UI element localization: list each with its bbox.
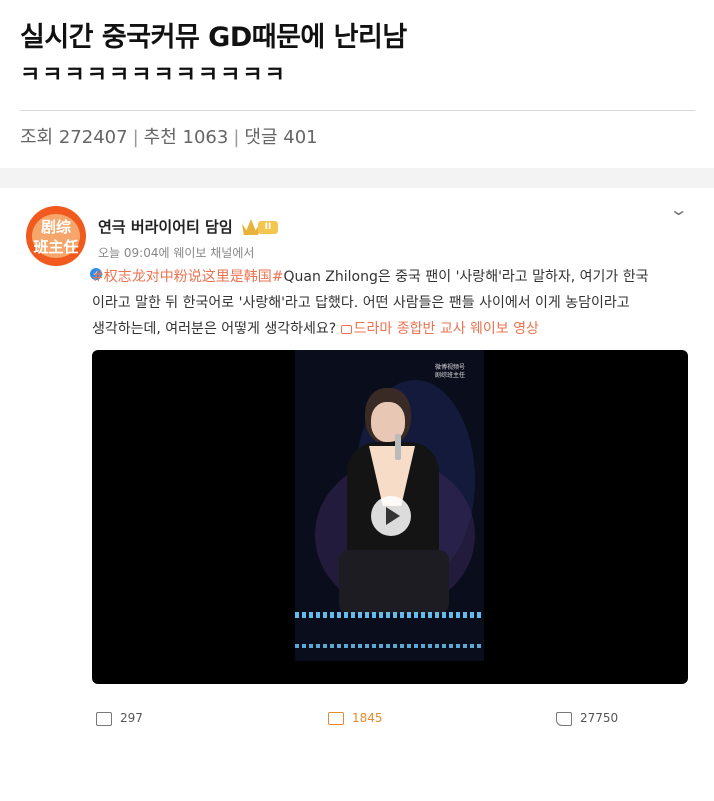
weibo-card: 剧综 班主任 ✓ 연극 버라이어티 담임 II 오늘 09:04에 웨이보 채널에… <box>6 188 708 753</box>
username[interactable]: 연극 버라이어티 담임 <box>98 216 233 237</box>
post-title: 실시간 중국커뮤 GD때문에 난리남 <box>20 22 407 53</box>
comment-icon <box>328 712 344 725</box>
separator: | <box>132 127 139 148</box>
video-player[interactable]: 微博视频号 剧综班主任 <box>92 350 688 684</box>
comments-count: 401 <box>283 127 318 148</box>
post-body: #权志龙对中粉说这里是韩国#Quan Zhilong은 중국 팬이 '사랑해'라… <box>92 264 692 342</box>
comment-count: 1845 <box>352 711 383 725</box>
header-divider <box>20 110 695 111</box>
post-time-source: 오늘 09:04에 웨이보 채널에서 <box>98 246 255 260</box>
thumbs-up-icon <box>556 711 572 726</box>
video-source-link[interactable]: 드라마 종합반 교사 웨이보 영상 <box>340 321 539 337</box>
video-link-label: 드라마 종합반 교사 웨이보 영상 <box>353 321 539 337</box>
stage-lights <box>295 612 484 618</box>
views-count: 272407 <box>58 127 128 148</box>
performer-legs <box>339 550 449 614</box>
video-watermark: 微博视频号 剧综班主任 <box>435 364 466 379</box>
hashtag-link[interactable]: #权志龙对中粉说这里是韩国# <box>92 269 283 285</box>
share-count: 297 <box>120 711 143 725</box>
microphone-icon <box>395 434 401 460</box>
content-band <box>0 168 714 188</box>
stage-lights <box>295 644 484 648</box>
post-header: 실시간 중국커뮤 GD때문에 난리남 ㅋㅋㅋㅋㅋㅋㅋㅋㅋㅋㅋㅋ <box>20 18 700 94</box>
comments-label: 댓글 <box>244 127 278 148</box>
share-icon <box>96 711 112 726</box>
action-bar: 297 1845 27750 <box>6 700 708 736</box>
post-stats: 조회 272407 | 추천 1063 | 댓글 401 <box>20 124 318 152</box>
comment-button[interactable]: 1845 <box>328 708 383 728</box>
body-line-3: 생각하는데, 여러분은 어떻게 생각하세요? <box>92 321 337 337</box>
share-button[interactable]: 297 <box>96 708 143 728</box>
separator: | <box>233 127 240 148</box>
like-count: 27750 <box>580 711 619 725</box>
recommend-count: 1063 <box>182 127 229 148</box>
play-button-icon[interactable] <box>371 496 411 536</box>
avatar[interactable]: 剧综 班主任 ✓ <box>26 206 104 282</box>
channel-logo: 剧综 班主任 <box>32 214 80 258</box>
video-link-icon <box>340 325 352 334</box>
chevron-down-icon[interactable]: ⌄ <box>669 200 689 219</box>
crown-badge-icon: II <box>242 219 280 235</box>
post-title-laugh: ㅋㅋㅋㅋㅋㅋㅋㅋㅋㅋㅋㅋ <box>20 63 287 88</box>
level-badge: II <box>258 221 278 234</box>
views-label: 조회 <box>20 127 54 148</box>
recommend-label: 추천 <box>143 127 177 148</box>
video-frame: 微博视频号 剧综班主任 <box>295 350 484 661</box>
body-line-2: 이라고 말한 뒤 한국어로 '사랑해'라고 답했다. 어떤 사람들은 팬들 사이… <box>92 295 630 311</box>
body-line-1: Quan Zhilong은 중국 팬이 '사랑해'라고 말하자, 여기가 한국 <box>283 269 649 285</box>
like-button[interactable]: 27750 <box>556 708 618 728</box>
